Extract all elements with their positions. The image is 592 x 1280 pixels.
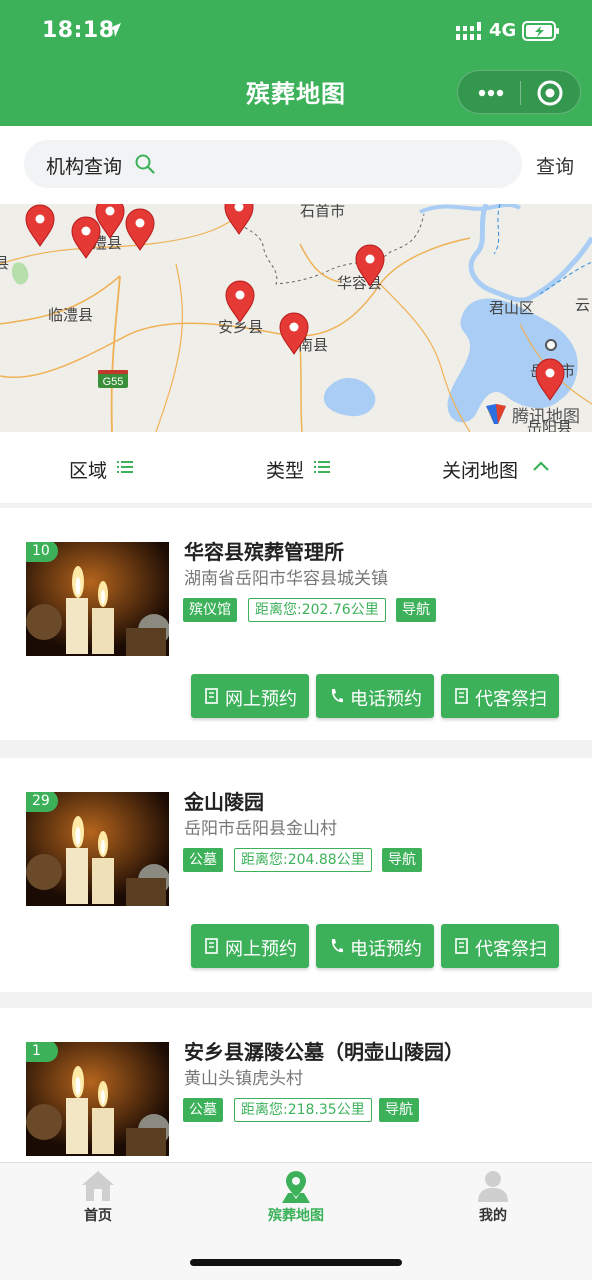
facility-name: 安乡县潺陵公墓（明壶山陵园） — [184, 1040, 464, 1064]
more-icon[interactable] — [476, 81, 506, 105]
type-tag: 殡仪馆 — [183, 598, 237, 622]
facility-card[interactable]: 29 金山陵园 岳阳市岳阳县金山村 公墓 距离您:204.88公里 导航 网上预… — [0, 758, 592, 992]
map-label-shishou: 石首市 — [300, 204, 346, 220]
map-marker[interactable] — [124, 208, 156, 252]
facility-address: 黄山头镇虎头村 — [184, 1069, 303, 1089]
home-icon — [82, 1171, 114, 1201]
phone-icon — [331, 689, 343, 703]
distance-tag: 距离您:218.35公里 — [234, 1098, 372, 1122]
battery-charging-icon — [522, 21, 559, 41]
online-booking-label: 网上预约 — [225, 939, 297, 960]
status-time: 18:18 — [42, 18, 115, 43]
close-map-toggle[interactable]: 关闭地图 — [442, 456, 549, 483]
home-indicator — [190, 1259, 402, 1266]
facility-thumbnail: 10 — [26, 542, 169, 656]
rank-badge: 10 — [26, 542, 58, 562]
rank-badge: 1 — [26, 1042, 58, 1062]
tab-mine-label: 我的 — [479, 1208, 507, 1224]
list-icon — [117, 461, 133, 473]
search-placeholder: 机构查询 — [46, 156, 123, 178]
map-marker[interactable] — [24, 204, 56, 248]
online-booking-button[interactable]: 网上预约 — [191, 924, 309, 968]
facility-thumbnail: 1 — [26, 1042, 169, 1156]
search-button[interactable]: 查询 — [536, 152, 574, 179]
header-bar: 18:18 4G 殡葬地图 — [0, 0, 592, 126]
map-label-edge-county: 县 — [0, 254, 10, 272]
form-icon — [205, 938, 218, 954]
map-label-junshan: 君山区 — [489, 299, 535, 317]
form-icon — [455, 938, 468, 954]
proxy-sweeping-button[interactable]: 代客祭扫 — [441, 674, 559, 718]
phone-booking-label: 电话预约 — [350, 939, 422, 960]
signal-icon — [456, 22, 481, 40]
facility-address: 湖南省岳阳市华容县城关镇 — [184, 569, 388, 589]
map-marker[interactable] — [70, 216, 102, 260]
network-type: 4G — [489, 20, 517, 41]
mini-program-capsule — [457, 70, 581, 114]
rank-badge: 29 — [26, 792, 58, 812]
map-attribution: 腾讯地图 — [512, 407, 580, 427]
tab-home[interactable]: 首页 — [28, 1163, 168, 1233]
user-icon — [478, 1171, 508, 1202]
phone-booking-button[interactable]: 电话预约 — [316, 924, 434, 968]
chevron-up-icon — [533, 461, 549, 471]
list-icon — [314, 461, 330, 473]
search-input[interactable]: 机构查询 — [24, 140, 522, 188]
facility-name: 华容县殡葬管理所 — [184, 540, 344, 564]
type-tag: 公墓 — [183, 848, 223, 872]
online-booking-button[interactable]: 网上预约 — [191, 674, 309, 718]
type-tag: 公墓 — [183, 1098, 223, 1122]
map-marker[interactable] — [534, 358, 566, 402]
city-dot — [545, 339, 557, 351]
filter-type[interactable]: 类型 — [266, 456, 330, 483]
distance-tag: 距离您:202.76公里 — [248, 598, 386, 622]
map-label-yun: 云 — [575, 296, 591, 314]
distance-tag: 距离您:204.88公里 — [234, 848, 372, 872]
facility-card[interactable]: 1 安乡县潺陵公墓（明壶山陵园） 黄山头镇虎头村 公墓 距离您:218.35公里… — [0, 1008, 592, 1162]
navigate-button[interactable]: 导航 — [379, 1098, 419, 1122]
map-marker[interactable] — [278, 312, 310, 356]
proxy-sweeping-label: 代客祭扫 — [475, 689, 547, 710]
proxy-sweeping-button[interactable]: 代客祭扫 — [441, 924, 559, 968]
close-map-label: 关闭地图 — [442, 460, 519, 482]
search-icon — [135, 154, 155, 174]
tab-funeral-map-label: 殡葬地图 — [268, 1208, 324, 1224]
phone-icon — [331, 939, 343, 953]
status-bar: 18:18 4G — [0, 18, 592, 48]
search-bar: 机构查询 查询 — [0, 126, 592, 204]
map-pin-icon — [282, 1171, 310, 1203]
tab-home-label: 首页 — [84, 1208, 112, 1224]
g55-label: G55 — [103, 376, 124, 388]
filter-area[interactable]: 区域 — [69, 456, 133, 483]
close-mini-program-icon[interactable] — [536, 79, 564, 107]
map-marker[interactable] — [354, 244, 386, 288]
map-marker[interactable] — [223, 204, 255, 236]
facility-address: 岳阳市岳阳县金山村 — [184, 819, 337, 839]
map-view[interactable]: G55 石首市 澧县 华容县 君山区 云 临澧县 安乡县 南县 岳阳市 岳阳县 … — [0, 204, 592, 432]
form-icon — [455, 688, 468, 704]
filter-bar: 区域 类型 关闭地图 — [0, 432, 592, 504]
tencent-map-logo — [486, 404, 506, 424]
tab-funeral-map[interactable]: 殡葬地图 — [226, 1163, 366, 1233]
facility-card[interactable]: 10 华容县殡葬管理所 湖南省岳阳市华容县城关镇 殡仪馆 距离您:202.76公… — [0, 508, 592, 740]
facility-thumbnail: 29 — [26, 792, 169, 906]
proxy-sweeping-label: 代客祭扫 — [475, 939, 547, 960]
online-booking-label: 网上预约 — [225, 689, 297, 710]
tab-mine[interactable]: 我的 — [423, 1163, 563, 1233]
filter-area-label: 区域 — [69, 460, 108, 482]
location-arrow-icon — [107, 23, 121, 37]
phone-booking-button[interactable]: 电话预约 — [316, 674, 434, 718]
navigate-button[interactable]: 导航 — [382, 848, 422, 872]
facility-name: 金山陵园 — [184, 790, 264, 814]
map-label-linli: 临澧县 — [48, 306, 94, 324]
navigate-button[interactable]: 导航 — [396, 598, 436, 622]
filter-type-label: 类型 — [266, 460, 305, 482]
form-icon — [205, 688, 218, 704]
capsule-divider — [520, 81, 521, 105]
phone-booking-label: 电话预约 — [350, 689, 422, 710]
map-marker[interactable] — [224, 280, 256, 324]
